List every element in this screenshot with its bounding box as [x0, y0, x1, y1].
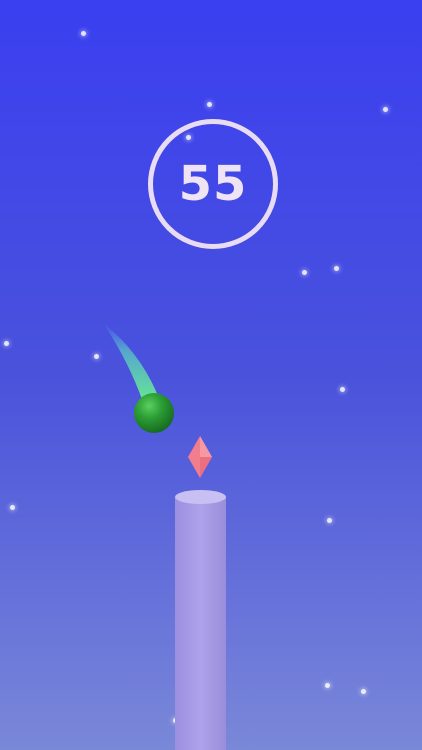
star — [334, 266, 339, 271]
star — [361, 689, 366, 694]
star — [340, 387, 345, 392]
star — [4, 341, 9, 346]
sky-background — [0, 0, 422, 750]
star — [10, 505, 15, 510]
game-scene[interactable]: 55 — [0, 0, 422, 750]
star — [173, 718, 178, 723]
star — [94, 354, 99, 359]
score-ring: 55 — [148, 119, 278, 249]
score-value: 55 — [178, 156, 248, 212]
star — [327, 518, 332, 523]
star — [325, 683, 330, 688]
star — [207, 102, 212, 107]
star — [383, 107, 388, 112]
star — [302, 270, 307, 275]
star — [81, 31, 86, 36]
